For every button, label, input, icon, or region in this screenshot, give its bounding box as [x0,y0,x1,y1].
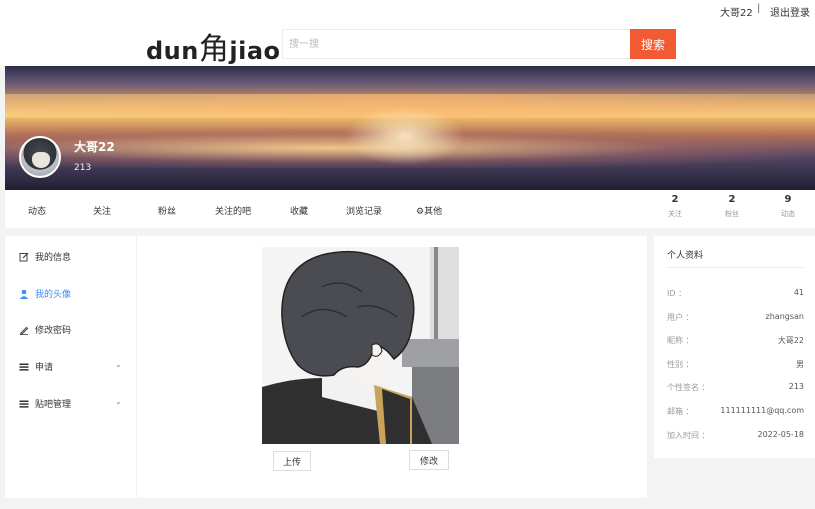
tab-fans[interactable]: 粉丝 [158,204,176,217]
profile-info-panel: 个人资料 ID ： 41 用户 ： zhangsan 昵称 ： 大哥22 性别 … [654,236,815,458]
logo-text-char: 角 [198,32,230,67]
info-value: 2022-05-18 [757,430,805,439]
topbar-username-link[interactable]: 大哥22 [720,4,753,19]
list-icon [19,362,29,372]
profile-info-title: 个人资料 [667,251,704,261]
sidebar-item-bar-management[interactable]: 贴吧管理 [19,397,71,410]
edit-button[interactable]: 修改 [409,450,449,470]
info-row-join-date: 加入时间 ： 2022-05-18 [667,430,804,441]
banner-sun-glow [345,106,465,166]
info-value: 213 [788,382,804,391]
stat-dynamics-count: 9 [784,194,792,205]
top-bar: 大哥22 | 退出登录 [0,0,815,20]
tab-dynamics[interactable]: 动态 [28,204,46,217]
search-input[interactable] [282,29,630,59]
divider [667,267,804,268]
info-row-id: ID ： 41 [667,288,804,299]
stat-following[interactable]: 2 关注 [660,194,690,219]
stat-following-count: 2 [671,194,679,205]
info-label: 昵称 ： [667,336,694,345]
info-value: zhangsan [765,312,804,321]
stat-fans[interactable]: 2 粉丝 [717,194,747,219]
info-label: ID ： [667,289,687,298]
stat-dynamics[interactable]: 9 动态 [773,194,803,219]
pen-icon [19,325,29,335]
profile-avatar[interactable] [19,136,61,178]
chevron-down-icon[interactable]: ⌄ [115,360,122,369]
stat-following-label: 关注 [668,210,682,218]
info-row-nickname: 昵称 ： 大哥22 [667,335,804,346]
profile-name: 大哥22 [74,140,115,154]
stat-fans-count: 2 [728,194,736,205]
info-label: 邮箱 ： [667,407,694,416]
info-value: 大哥22 [777,336,804,345]
sidebar-item-label: 我的信息 [35,253,72,263]
info-value: 41 [793,288,804,297]
list-icon [19,399,29,409]
site-logo[interactable]: dun角jiao [146,24,281,68]
sidebar-item-my-avatar[interactable]: 我的头像 [19,287,71,300]
topbar-separator: | [757,3,761,14]
info-row-email: 邮箱 ： 111111111@qq.com [667,406,804,417]
info-label: 加入时间 ： [667,431,710,440]
profile-banner: 大哥22 213 [5,66,815,190]
logo-text-pre: dun [146,37,199,65]
info-label: 性别 ： [667,360,694,369]
tab-followed-bars[interactable]: 关注的吧 [215,204,251,217]
info-row-gender: 性别 ： 男 [667,359,804,370]
tab-other[interactable]: ⚙其他 [416,204,442,217]
upload-button[interactable]: 上传 [273,451,311,471]
sidebar-item-my-info[interactable]: 我的信息 [19,250,71,263]
logo-text-post: jiao [229,37,281,65]
info-label: 用户 ： [667,313,694,322]
stat-fans-label: 粉丝 [725,210,739,218]
chevron-down-icon[interactable]: ⌄ [115,397,122,406]
user-icon [19,289,29,299]
avatar-preview-image [262,247,459,444]
site-header: dun角jiao 搜索 [0,20,815,68]
edit-icon [19,252,29,262]
info-label: 个性签名 ： [667,383,710,392]
tab-history[interactable]: 浏览记录 [346,204,382,217]
profile-nav: 动态 关注 粉丝 关注的吧 收藏 浏览记录 ⚙其他 2 关注 2 粉丝 9 动态 [5,190,815,228]
info-row-username: 用户 ： zhangsan [667,312,804,323]
profile-signature: 213 [74,163,92,173]
stat-dynamics-label: 动态 [781,210,795,218]
sidebar-item-label: 我的头像 [35,290,72,300]
tab-favorites[interactable]: 收藏 [290,204,308,217]
search-button[interactable]: 搜索 [630,29,676,59]
info-value: 111111111@qq.com [720,406,804,415]
logout-link[interactable]: 退出登录 [770,4,810,19]
sidebar-item-label: 申请 [35,363,54,373]
avatar-panel: 上传 修改 [137,236,647,498]
sidebar-item-change-password[interactable]: 修改密码 [19,323,71,336]
info-value: 男 [796,360,804,369]
sidebar-menu: 我的信息 我的头像 修改密码 申请 ⌄ 贴吧管理 ⌄ [5,236,136,498]
info-row-signature: 个性签名 ： 213 [667,382,804,393]
sidebar-item-label: 贴吧管理 [35,400,72,410]
sidebar-item-label: 修改密码 [35,326,72,336]
sidebar-item-apply[interactable]: 申请 [19,360,53,373]
tab-following[interactable]: 关注 [93,204,111,217]
